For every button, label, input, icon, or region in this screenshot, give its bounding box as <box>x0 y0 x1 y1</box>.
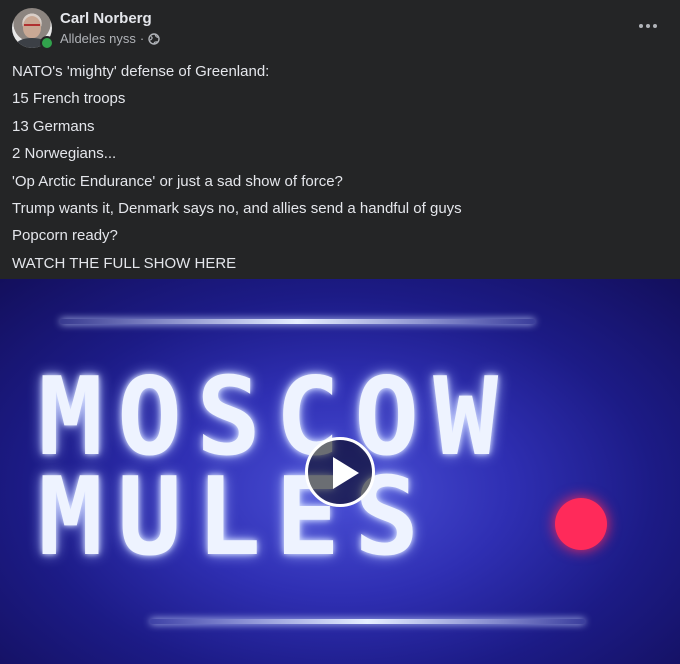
post-timestamp[interactable]: Alldeles nyss <box>60 31 136 46</box>
post-text-line: 13 Germans <box>12 117 95 135</box>
author-name[interactable]: Carl Norberg <box>60 10 152 27</box>
post-text-line: 2 Norwegians... <box>12 145 117 163</box>
light-streak-bottom <box>150 619 585 624</box>
post-text-line: NATO's 'mighty' defense of Greenland: <box>12 63 270 80</box>
globe-icon <box>148 32 160 45</box>
post-text-line: Popcorn ready? <box>12 227 118 245</box>
avatar-glasses <box>24 24 40 30</box>
post-text-line: 15 French troops <box>12 90 126 108</box>
more-dot <box>653 24 657 28</box>
video-player[interactable]: MOSCOW MULES <box>0 279 680 664</box>
post-text-line: 'Op Arctic Endurance' or just a sad show… <box>12 172 343 190</box>
post-text-line: Trump wants it, Denmark says no, and all… <box>12 200 462 218</box>
post-meta: Alldeles nyss · <box>60 31 160 46</box>
online-status-dot <box>40 36 54 50</box>
play-button[interactable] <box>305 437 375 507</box>
more-dot <box>646 24 650 28</box>
meta-separator: · <box>139 31 145 46</box>
more-options-icon[interactable] <box>630 12 666 40</box>
post-header: Carl Norberg Alldeles nyss · <box>0 0 680 56</box>
post-text-line: WATCH THE FULL SHOW HERE <box>12 254 237 272</box>
more-dot <box>639 24 643 28</box>
post-text: NATO's 'mighty' defense of Greenland: 15… <box>12 58 668 277</box>
play-icon <box>333 457 359 489</box>
light-streak-top <box>60 319 535 324</box>
red-dot <box>555 498 607 550</box>
